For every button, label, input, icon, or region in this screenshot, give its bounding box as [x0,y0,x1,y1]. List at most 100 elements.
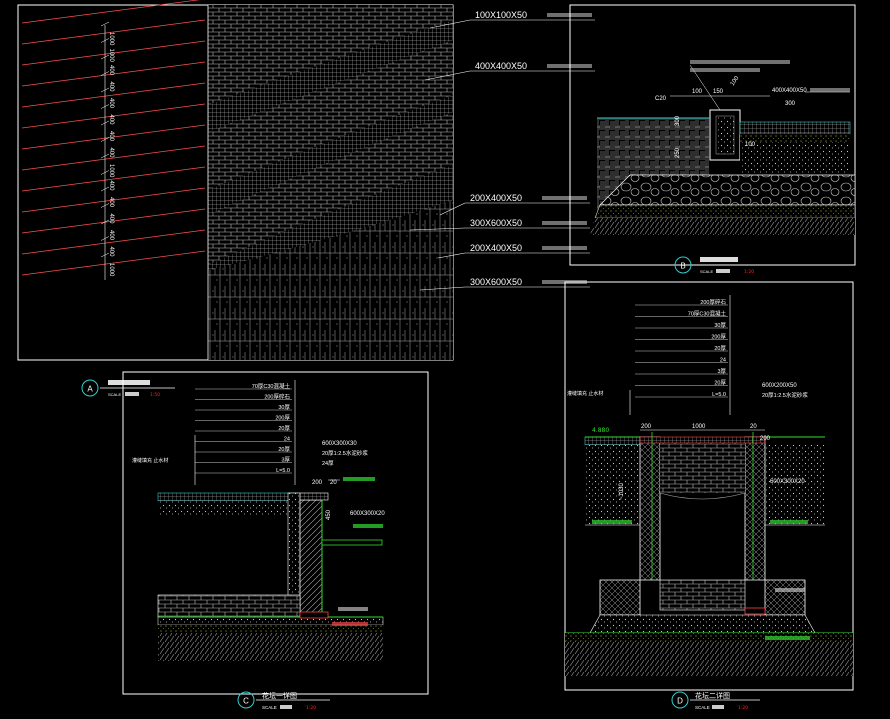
plan-tile-label: 400X400X50 [475,61,527,71]
detail-b-dim-150: 150 [713,89,724,95]
detail-d: 200厚碎石 70厚C30混凝土 30厚 200厚 20厚 24 3厚 20厚 L=5.0 灌缝… [564,281,854,711]
detail-d-layer-labels: 200厚碎石 70厚C30混凝土 30厚 200厚 20厚 24 3厚 20厚 L=5.0 [635,298,728,398]
detail-b: C20 100 150 100 400X400X50 300 100 300 2… [569,4,856,275]
detail-d-note: 灌缝填充 止水材 [567,390,603,397]
section-c-letter: C [243,697,249,706]
detail-b-dim-c20: C20 [655,96,667,102]
detail-d-dim-200b: 200 [760,436,771,442]
detail-c-dim-paving: 600X300X30 [322,441,357,447]
detail-b-paving [739,121,851,135]
layer-label: 200厚 [275,415,290,422]
plan-dim-label: 400 [108,247,114,258]
section-c-scale-label: SCALE [262,705,277,710]
plan-tile-note-block [542,246,587,250]
detail-b-dim-100c: 100 [745,142,756,148]
plan-dim-label: 400 [108,131,114,142]
detail-d-dim-1000: 1000 [692,424,706,430]
detail-b-concrete [740,142,850,174]
layer-label: 20厚 [714,345,726,352]
detail-b-dim-100: 100 [692,89,703,95]
plan-dim-label: 400 [108,197,114,208]
section-c-scale-num: 1:20 [306,705,316,711]
section-d-scale-num: 1:20 [738,705,748,711]
plan-tile-note-block [542,221,587,225]
plan-tile-label: 100X100X50 [475,10,527,20]
detail-c-note: 灌缝填充 止水材 [132,457,168,464]
layer-label: 200厚 [711,334,726,341]
layer-label: 200厚碎石 [700,298,726,306]
layer-label: 20厚 [278,425,290,432]
plan-dim-label: 400 [108,82,114,93]
section-d-scale-label: SCALE [695,705,710,710]
layer-label: 200厚碎石 [264,393,290,401]
layer-label: 24 [720,358,726,364]
detail-c-wall [299,499,323,619]
detail-c-dim-450: 450 [326,509,332,520]
detail-c-dim-24: 24厚 [322,460,334,467]
plan-dim-label: 400 [108,65,114,76]
plan-dim-label: 1000 [108,49,114,63]
plan-arc [21,0,201,24]
detail-d-elevation: 4.880 [592,427,609,434]
plan-tile-label: 300X600X50 [470,277,522,287]
plan-dim-label: 1000 [108,164,114,178]
cad-drawing: 1000 1000 400 400 400 400 400 400 1000 400 400 400 4… [17,0,856,711]
section-a-title: A SCALE 1:50 [81,379,175,398]
layer-label: 3厚 [717,368,726,375]
detail-d-dim-1030: ~1030 [619,482,625,500]
section-a-letter: A [87,385,93,394]
section-b-scale-num: 1:20 [744,269,754,275]
plan-dim-label: 400 [108,230,114,241]
section-d-letter: D [677,697,683,706]
detail-b-dim-300: 300 [785,101,796,107]
detail-c: 70厚C30混凝土 200厚碎石 30厚 200厚 20厚 24 20厚 3厚 L=5.0 灌缝… [122,371,429,711]
layer-label: 24 [284,437,290,443]
detail-b-dim-300v: 300 [675,115,681,126]
plan-dim-label: 400 [108,115,114,126]
detail-c-dim-200: 200 [312,480,323,486]
plan-dim-label: 400 [108,214,114,225]
layer-label: 20厚 [714,380,726,387]
detail-c-dim-paving2: 600X300X20 [350,511,385,517]
detail-c-dim-mortar: 20厚1:2.5水泥砂浆 [322,449,368,457]
section-b-letter: B [680,262,685,271]
section-a-scale-label: SCALE [108,392,121,397]
section-d-title-text: 花坛二详图 [695,691,730,700]
section-c-title-text: 花坛一详图 [262,691,297,700]
plan-tile-label: 300X600X50 [470,218,522,228]
detail-b-sand [594,204,856,219]
layer-label: L=5.0 [276,468,290,474]
detail-d-dim-200a: 200 [641,424,652,430]
detail-d-dim-mortar: 20厚1:2.5水泥砂浆 [762,391,808,399]
detail-b-soil [590,218,855,235]
detail-b-dim-250: 250 [675,147,681,158]
detail-d-dim-paving2: 600X300X20 [770,479,805,485]
detail-b-mortar [740,134,850,142]
detail-b-dim-paving: 400X400X50 [772,88,807,94]
detail-d-paving-fill [660,443,745,493]
layer-label: 3厚 [281,457,290,464]
section-d-title: D 花坛二详图 SCALE 1:20 [671,691,760,711]
section-a-scale-num: 1:50 [150,392,160,398]
plan-dim-label: 1000 [108,32,114,46]
layer-label: 30厚 [714,322,726,329]
detail-d-dim-paving: 600X200X50 [762,383,797,389]
plan-view: 1000 1000 400 400 400 400 400 400 1000 400 400 400 4… [17,0,595,398]
layer-label: L=5.0 [712,392,726,398]
plan-dim-label: 400 [108,181,114,192]
section-b-scale-label: SCALE [700,269,713,274]
plan-tile-label: 200X400X50 [470,243,522,253]
plan-dim-label: 400 [108,98,114,109]
plan-dim-label: 400 [108,148,114,159]
layer-label: 70厚C30混凝土 [252,382,291,390]
section-a-title-block [108,380,150,385]
plan-dim-labels: 1000 1000 400 400 400 400 400 400 1000 400 400 400 4… [100,21,114,277]
detail-b-gravel [599,174,856,206]
layer-label: 20厚 [278,446,290,453]
detail-c-dim-20: 20 [330,480,337,486]
plan-dim-label: 1000 [108,263,114,277]
plan-tile-label: 200X400X50 [470,193,522,203]
layer-label: 30厚 [278,404,290,411]
section-b-title: B SCALE 1:20 [674,256,770,275]
plan-tile-note-block [542,196,587,200]
